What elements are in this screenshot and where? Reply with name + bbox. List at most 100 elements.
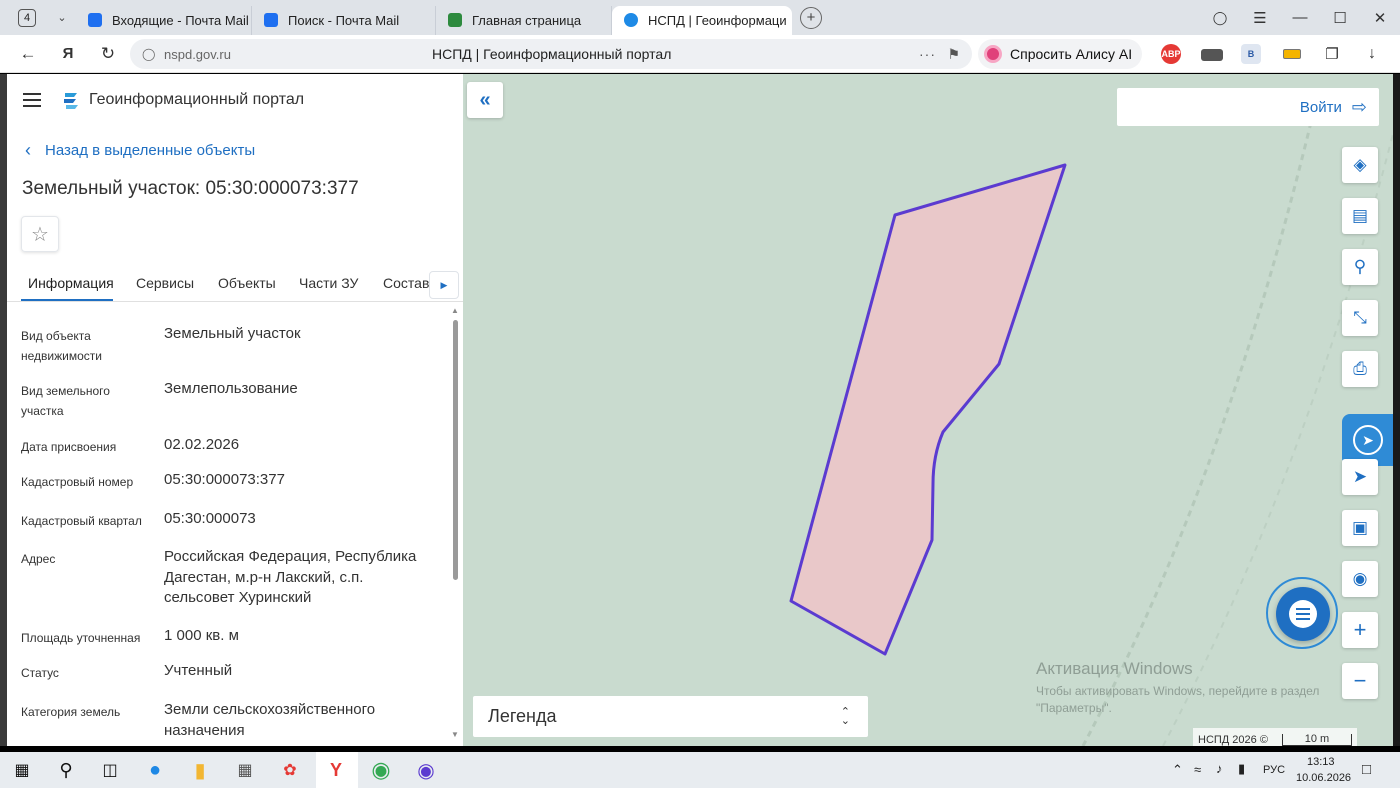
extension-icon[interactable] — [1201, 49, 1223, 61]
paint-icon[interactable]: ✿ — [277, 757, 303, 783]
login-icon: ⇨ — [1351, 96, 1367, 117]
panel-header: Геоинформационный портал — [7, 74, 463, 126]
back-to-selected-link[interactable]: ‹ Назад в выделенные объекты — [25, 140, 255, 161]
map-canvas[interactable]: « Войти ⇨ ◈ ▤ ⚲ ⤡ ⎙ ➤ ➤ ▣ ◉ + − Активаци… — [463, 74, 1393, 746]
download-icon[interactable]: ↓ — [1362, 44, 1382, 64]
clock-date[interactable]: 10.06.2026 — [1296, 772, 1351, 784]
scroll-up-icon[interactable]: ▲ — [451, 306, 459, 315]
land-parcel-polygon — [789, 163, 1067, 656]
double-chevron-left-icon: « — [479, 88, 491, 111]
ruler-icon: ▤ — [1351, 206, 1369, 225]
info-value: 02.02.2026 — [164, 436, 240, 453]
favorite-star-button[interactable]: ☆ — [21, 216, 59, 252]
info-value: Земельный участок — [164, 325, 301, 342]
chrome-icon[interactable]: ◉ — [368, 757, 394, 783]
tab-information[interactable]: Информация — [28, 275, 114, 291]
zoom-out-button[interactable]: − — [1342, 663, 1378, 699]
wifi-icon[interactable]: ≈ — [1194, 762, 1201, 777]
chevron-left-icon: ‹ — [25, 140, 31, 160]
layers-button[interactable]: ◈ — [1342, 147, 1378, 183]
ask-alice-button[interactable]: Спросить Алису AI — [978, 39, 1143, 69]
minimap-button[interactable]: ▣ — [1342, 510, 1378, 546]
share-button[interactable]: ⤡ — [1342, 300, 1378, 336]
info-label: Площадь уточненная — [21, 631, 141, 645]
browser-tab-inbox[interactable]: Входящие - Почта Mail — [76, 5, 252, 35]
zoom-in-button[interactable]: + — [1342, 612, 1378, 648]
menu-icon[interactable]: ☰ — [1240, 9, 1280, 27]
map-layer — [789, 113, 1393, 746]
new-tab-button[interactable]: + — [800, 6, 822, 29]
clock-time[interactable]: 13:13 — [1307, 756, 1335, 768]
print-button[interactable]: ⎙ — [1342, 351, 1378, 387]
tab-list-chevron-icon[interactable]: ⌄ — [48, 4, 76, 32]
notifications-icon[interactable]: □ — [1362, 761, 1371, 778]
login-button[interactable]: Войти ⇨ — [1117, 88, 1379, 126]
mail-icon — [88, 13, 102, 27]
messenger-icon[interactable]: ◉ — [413, 757, 439, 783]
chat-button[interactable] — [1276, 587, 1330, 641]
volume-icon[interactable]: ♪ — [1216, 761, 1223, 776]
browser-tab-home[interactable]: Главная страница — [436, 5, 612, 35]
tab-title: НСПД | Геоинформаци — [648, 12, 787, 28]
maximize-icon[interactable]: ☐ — [1320, 9, 1360, 27]
yandex-browser-icon[interactable]: Y — [323, 757, 349, 783]
edge-icon[interactable]: ● — [142, 757, 168, 783]
close-window-icon[interactable]: ✕ — [1360, 9, 1400, 27]
page-title-in-omnibox: НСПД | Геоинформационный портал — [432, 46, 672, 62]
site-info-icon[interactable]: ◯ — [142, 47, 155, 61]
more-icon[interactable]: ··· — [919, 46, 936, 62]
collections-icon[interactable]: ❐ — [1322, 44, 1342, 64]
extension-b-icon[interactable]: B — [1241, 44, 1261, 64]
battery-icon[interactable]: ▮ — [1238, 761, 1245, 777]
area-search-button[interactable]: ⚲ — [1342, 249, 1378, 285]
profile-icon[interactable]: ◯ — [1200, 10, 1240, 26]
scroll-down-icon[interactable]: ▼ — [451, 730, 459, 739]
minimap-icon: ▣ — [1351, 518, 1369, 537]
tabs-next-button[interactable]: ▶ — [429, 271, 459, 299]
login-label: Войти — [1299, 98, 1342, 116]
browser-address-bar: ← Я ↻ ◯ nspd.gov.ru НСПД | Геоинформацио… — [0, 35, 1400, 73]
layers-icon: ◈ — [1353, 155, 1367, 174]
collapse-panel-button[interactable]: « — [467, 82, 503, 118]
search-icon[interactable]: ⚲ — [53, 757, 79, 783]
calculator-icon[interactable]: ▦ — [232, 757, 258, 783]
bookmark-icon[interactable]: ⚑ — [947, 46, 960, 63]
watermark-line1: Чтобы активировать Windows, перейдите в … — [1036, 684, 1320, 698]
share-icon: ⤡ — [1353, 308, 1367, 327]
minimize-icon[interactable]: — — [1280, 9, 1320, 26]
info-value: Земли сельскохозяйственного назначения — [164, 701, 376, 739]
windows-start-icon[interactable]: ▦ — [9, 757, 35, 783]
legend-toggle[interactable]: Легенда ⌃ ⌄ — [473, 696, 868, 737]
info-label: Вид объекта недвижимости — [21, 329, 102, 363]
tab-composition[interactable]: Состав — [383, 275, 429, 291]
tab-parts[interactable]: Части ЗУ — [299, 275, 358, 291]
reload-icon[interactable]: ↻ — [88, 44, 128, 64]
hamburger-menu-icon[interactable] — [23, 89, 41, 111]
tab-title: Поиск - Почта Mail — [288, 12, 400, 28]
tab-objects[interactable]: Объекты — [218, 275, 276, 291]
browser-tab-nspd[interactable]: НСПД | Геоинформаци ✕ — [612, 5, 792, 35]
info-label: Кадастровый квартал — [21, 514, 142, 528]
pin-location-button[interactable]: ◉ — [1342, 561, 1378, 597]
scale-label: 10 m — [1281, 734, 1352, 746]
ruler-button[interactable]: ▤ — [1342, 198, 1378, 234]
tab-count-badge[interactable]: 4 — [18, 8, 36, 27]
info-value: 1 000 кв. м — [164, 627, 239, 644]
tray-chevron-up-icon[interactable]: ⌃ — [1172, 762, 1183, 778]
geolocation-button[interactable]: ➤ — [1342, 459, 1378, 495]
omnibox[interactable]: ◯ nspd.gov.ru НСПД | Геоинформационный п… — [130, 39, 972, 69]
tab-services[interactable]: Сервисы — [136, 275, 194, 291]
file-explorer-icon[interactable]: ▮ — [187, 757, 213, 783]
adblock-extension-icon[interactable]: ABP — [1161, 44, 1181, 64]
battery-extension-icon[interactable] — [1283, 49, 1301, 59]
task-view-icon[interactable]: ◫ — [97, 757, 123, 783]
window-edge-right — [1393, 74, 1400, 746]
back-arrow-icon[interactable]: ← — [8, 44, 48, 64]
scrollbar-thumb[interactable] — [453, 320, 458, 580]
info-value: Российская Федерация, Республика Дагеста… — [164, 548, 417, 606]
info-label: Дата присвоения — [21, 440, 117, 454]
browser-tab-search-mail[interactable]: Поиск - Почта Mail — [252, 5, 436, 35]
input-language[interactable]: РУС — [1263, 764, 1285, 776]
mail-icon — [264, 13, 278, 27]
yandex-icon[interactable]: Я — [48, 45, 88, 62]
